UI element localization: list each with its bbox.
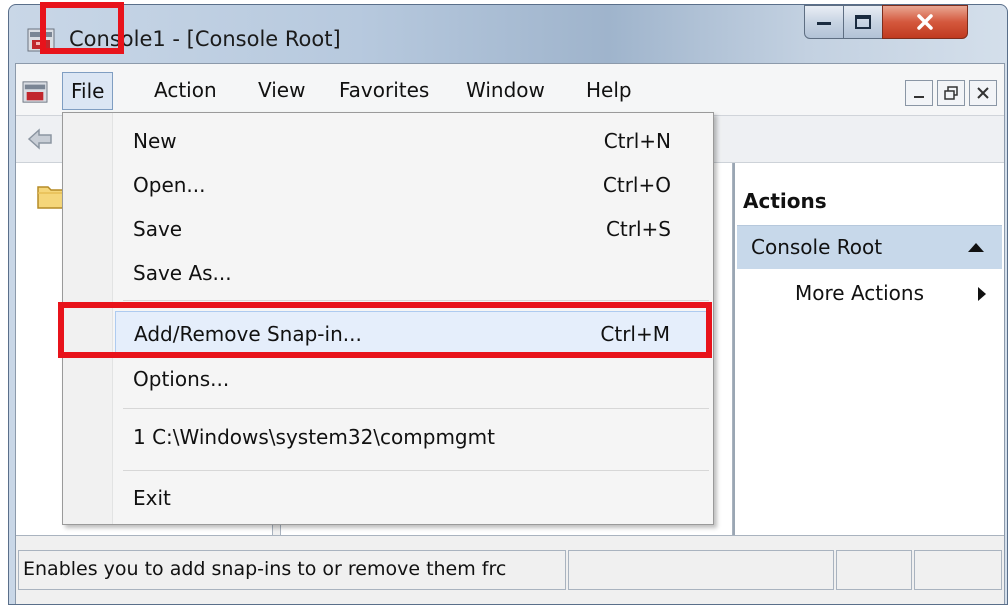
actions-pane-title: Actions	[743, 189, 827, 213]
submenu-arrow-icon[interactable]	[978, 287, 986, 301]
menu-bar: File Action View Favorites Window Help	[16, 64, 1004, 116]
close-icon	[977, 87, 989, 99]
highlight-box-file-menu	[40, 2, 124, 54]
menu-item-recent-file[interactable]: 1 C:\Windows\system32\compmgmt	[115, 415, 711, 459]
status-cell-4	[914, 550, 1002, 590]
menu-item-label: Exit	[133, 486, 171, 510]
menu-item-save-as[interactable]: Save As...	[115, 251, 711, 295]
menu-item-exit[interactable]: Exit	[115, 476, 711, 520]
actions-section-label: Console Root	[751, 235, 883, 259]
restore-icon	[944, 86, 958, 100]
close-button[interactable]	[882, 5, 968, 39]
menu-action[interactable]: Action	[154, 78, 217, 102]
status-text-cell: Enables you to add snap-ins to or remove…	[18, 550, 566, 590]
title-bar[interactable]: Console1 - [Console Root]	[9, 5, 1007, 63]
menu-item-shortcut: Ctrl+S	[605, 217, 671, 241]
menu-separator	[123, 300, 709, 301]
collapse-arrow-icon[interactable]	[968, 243, 984, 252]
maximize-icon	[844, 6, 882, 38]
menu-item-open[interactable]: Open... Ctrl+O	[115, 163, 711, 207]
child-minimize-button[interactable]	[905, 80, 933, 106]
status-bar: Enables you to add snap-ins to or remove…	[16, 535, 1004, 604]
menu-item-shortcut: Ctrl+N	[603, 129, 671, 153]
menu-view[interactable]: View	[258, 78, 305, 102]
menu-favorites[interactable]: Favorites	[339, 78, 429, 102]
menu-separator	[123, 408, 709, 409]
child-close-button[interactable]	[969, 80, 997, 106]
minimize-icon	[914, 96, 924, 98]
minimize-button[interactable]	[804, 5, 844, 39]
status-cell-2	[568, 550, 834, 590]
menu-item-label: 1 C:\Windows\system32\compmgmt	[133, 425, 495, 449]
menu-item-label: Open...	[133, 173, 206, 197]
menu-window[interactable]: Window	[466, 78, 545, 102]
mmc-system-menu-icon[interactable]	[22, 80, 48, 104]
actions-pane: Actions Console Root More Actions	[733, 163, 1004, 535]
child-restore-button[interactable]	[937, 80, 965, 106]
menu-item-label: Save	[133, 217, 183, 241]
menu-item-label: Options...	[133, 367, 230, 391]
menu-item-options[interactable]: Options...	[115, 357, 711, 401]
menu-item-shortcut: Ctrl+O	[602, 173, 671, 197]
minimize-icon	[805, 6, 843, 38]
menu-help[interactable]: Help	[586, 78, 632, 102]
back-arrow-icon[interactable]	[26, 126, 54, 152]
more-actions-link[interactable]: More Actions	[795, 281, 924, 305]
menu-item-label: Save As...	[133, 261, 232, 285]
menu-item-save[interactable]: Save Ctrl+S	[115, 207, 711, 251]
maximize-button[interactable]	[843, 5, 883, 39]
close-icon	[883, 6, 967, 38]
actions-section-console-root[interactable]: Console Root	[737, 225, 1002, 269]
status-cell-3	[836, 550, 912, 590]
menu-item-label: New	[133, 129, 177, 153]
highlight-box-add-remove-snap-in	[58, 302, 712, 358]
status-text: Enables you to add snap-ins to or remove…	[23, 558, 507, 580]
menu-file[interactable]: File	[62, 72, 114, 110]
menu-item-new[interactable]: New Ctrl+N	[115, 119, 711, 163]
menu-separator	[123, 470, 709, 471]
